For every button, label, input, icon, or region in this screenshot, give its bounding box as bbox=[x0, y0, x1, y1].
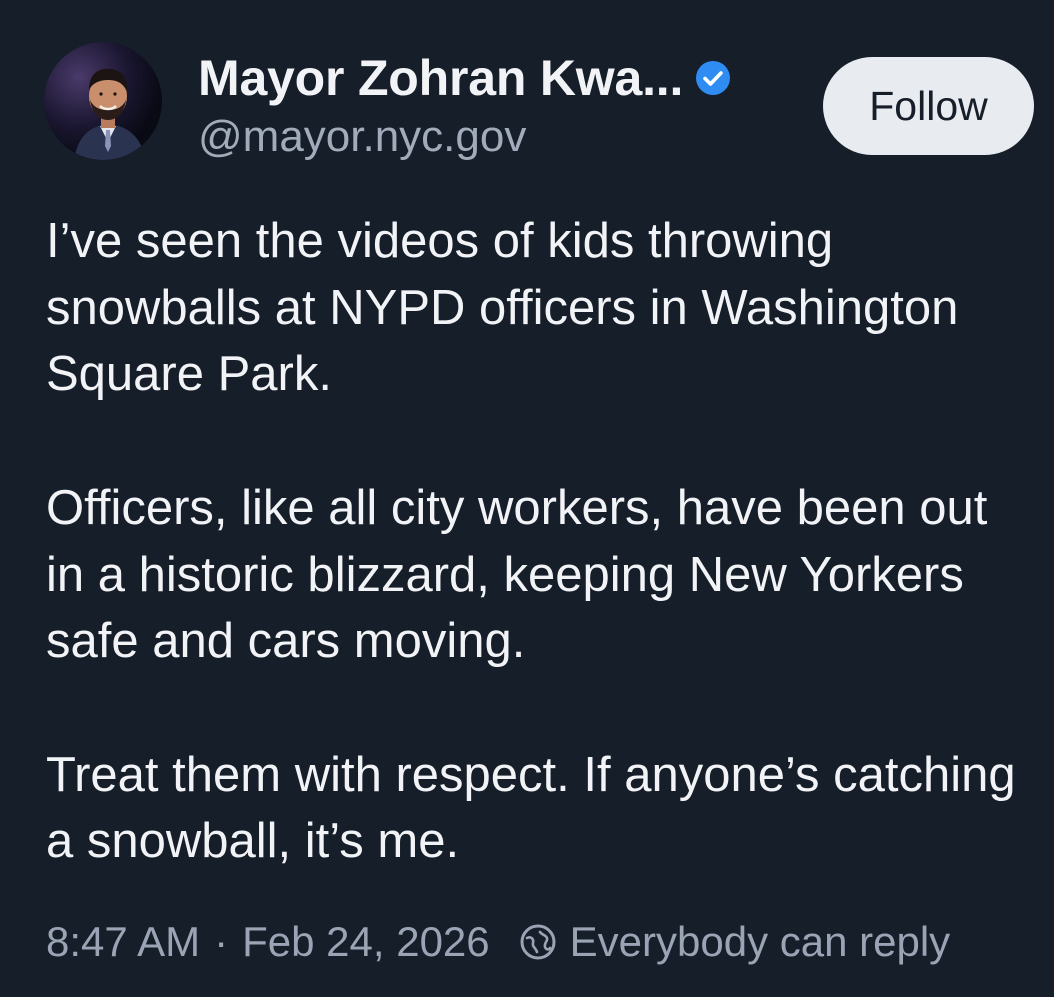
globe-icon bbox=[518, 922, 558, 962]
post-body: I’ve seen the videos of kids throwing sn… bbox=[46, 208, 1036, 875]
reply-setting[interactable]: Everybody can reply bbox=[570, 918, 951, 966]
profile-photo-icon bbox=[44, 42, 162, 160]
post-meta: 8:47 AM · Feb 24, 2026 Everybody can rep… bbox=[46, 914, 950, 970]
post-paragraph: Officers, like all city workers, have be… bbox=[46, 480, 988, 669]
post-card: Mayor Zohran Kwa... @mayor.nyc.gov Follo… bbox=[0, 0, 1054, 997]
author-avatar[interactable] bbox=[44, 42, 162, 160]
post-time: 8:47 AM bbox=[46, 918, 201, 965]
author-display-name[interactable]: Mayor Zohran Kwa... bbox=[198, 49, 683, 107]
post-paragraph: I’ve seen the videos of kids throwing sn… bbox=[46, 214, 959, 402]
post-paragraph: Treat them with respect. If anyone’s cat… bbox=[46, 747, 1016, 869]
follow-button[interactable]: Follow bbox=[823, 57, 1034, 155]
author-handle[interactable]: @mayor.nyc.gov bbox=[198, 112, 526, 162]
author-name-row: Mayor Zohran Kwa... bbox=[198, 48, 733, 108]
meta-separator: · bbox=[214, 918, 229, 965]
post-date: Feb 24, 2026 bbox=[242, 918, 490, 965]
verified-badge-icon bbox=[693, 58, 733, 98]
